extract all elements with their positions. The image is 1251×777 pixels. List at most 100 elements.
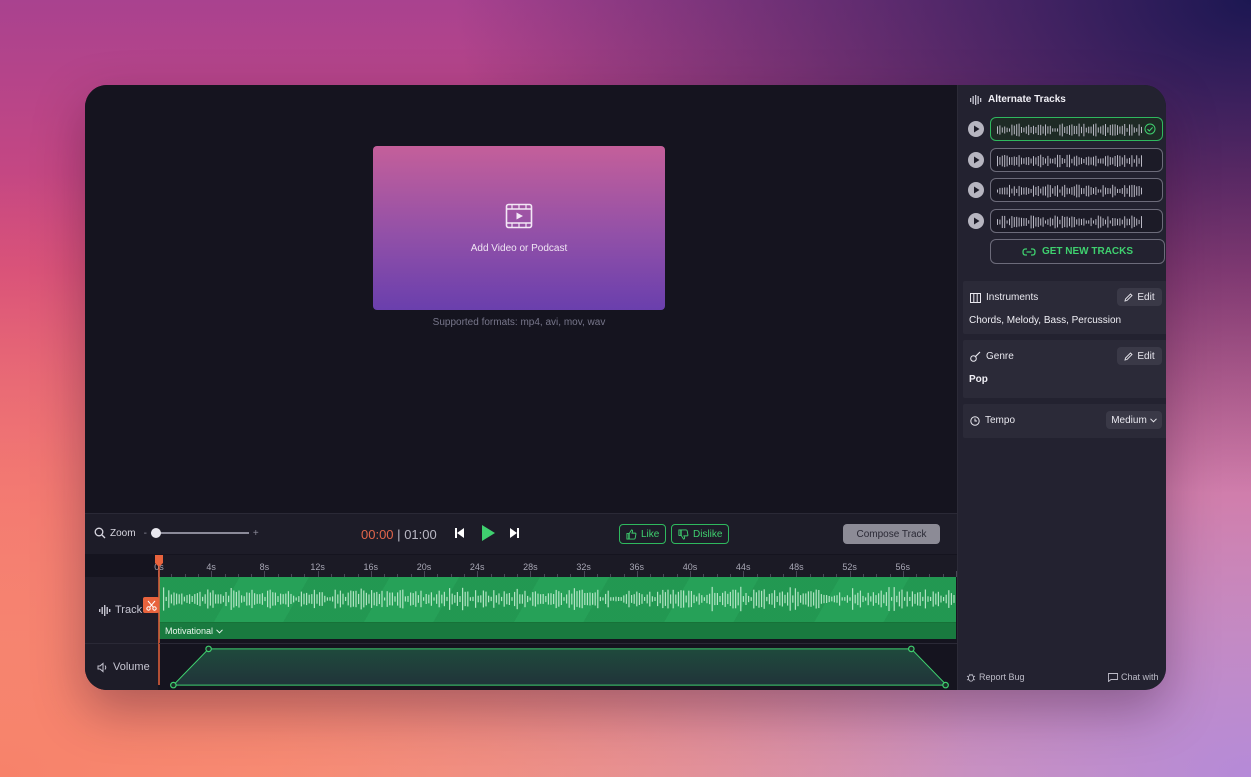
mini-waveform-bar <box>1037 186 1039 196</box>
alternate-track-play-button[interactable] <box>968 121 984 137</box>
waveform-bar <box>906 591 908 607</box>
waveform-bar <box>402 589 404 609</box>
mini-waveform-bar <box>1071 158 1073 164</box>
alternate-track-waveform[interactable] <box>990 209 1163 233</box>
mini-waveform-bar <box>1090 157 1092 165</box>
chat-link[interactable]: Chat with <box>1108 672 1159 682</box>
waveform-bar <box>555 589 557 609</box>
waveform-bar <box>937 591 939 607</box>
envelope-point[interactable] <box>170 681 177 689</box>
waveform-bar <box>659 594 661 604</box>
mini-waveform-bar <box>1064 158 1066 164</box>
mini-waveform-bar <box>1138 158 1140 164</box>
alternate-track-waveform[interactable] <box>990 178 1163 202</box>
timeline-ruler[interactable]: 0s4s8s12s16s20s24s28s32s36s40s44s48s52s5… <box>154 555 957 577</box>
waveform-bar <box>345 596 347 601</box>
get-new-tracks-button[interactable]: GET NEW TRACKS <box>990 239 1165 264</box>
envelope-point[interactable] <box>205 645 212 653</box>
alternate-track-row <box>968 209 1163 233</box>
track-clip[interactable]: Motivational <box>159 577 956 639</box>
alternate-track-play-button[interactable] <box>968 213 984 229</box>
media-drop-zone[interactable]: Add Video or Podcast <box>373 146 665 310</box>
time-separator: | <box>397 527 401 542</box>
compose-track-button[interactable]: Compose Track <box>843 524 940 544</box>
clip-mood-dropdown[interactable]: Motivational <box>159 622 956 639</box>
waveform-bar <box>683 590 685 608</box>
zoom-slider-handle[interactable] <box>150 528 161 538</box>
mini-waveform-bar <box>1049 158 1051 164</box>
mini-waveform-bar <box>1045 158 1046 164</box>
waveform-bar <box>462 587 464 611</box>
play-icon[interactable] <box>480 524 496 542</box>
mini-waveform-bar <box>1009 128 1010 132</box>
mini-waveform-bar <box>1016 188 1018 193</box>
mini-waveform-bar <box>1071 216 1073 228</box>
mini-waveform-bar <box>1081 157 1082 165</box>
waveform-bar <box>423 597 425 601</box>
waveform-bar <box>852 588 854 610</box>
mini-waveform-bar <box>1030 215 1032 229</box>
mini-waveform-bar <box>1045 220 1046 224</box>
waveform-bar <box>553 594 555 605</box>
mini-waveform-bar <box>1061 186 1063 196</box>
report-bug-link[interactable]: Report Bug <box>966 672 1025 682</box>
dislike-button[interactable]: Dislike <box>671 524 730 544</box>
edit-instruments-button[interactable]: Edit <box>1117 288 1162 306</box>
waveform-bar <box>654 597 656 601</box>
volume-envelope[interactable] <box>159 643 957 690</box>
alternate-track-play-button[interactable] <box>968 152 984 168</box>
waveform-bar <box>459 596 461 602</box>
mini-waveform-bar <box>1081 126 1082 134</box>
mini-waveform-bar <box>1078 184 1080 198</box>
waveform-bar <box>261 593 263 605</box>
mini-waveform-bar <box>1006 127 1008 133</box>
mini-waveform-bar <box>1061 158 1063 164</box>
waveform-bar <box>950 593 952 605</box>
waveform-bar <box>415 591 417 607</box>
genre-label: Genre <box>986 351 1014 362</box>
skip-forward-icon[interactable] <box>507 526 521 540</box>
zoom-slider[interactable] <box>150 528 249 538</box>
mini-waveform-bar <box>1095 219 1097 225</box>
alternate-track-waveform[interactable] <box>990 148 1163 172</box>
alternate-track-waveform[interactable] <box>990 117 1163 141</box>
waveform-bar <box>238 590 240 608</box>
like-button[interactable]: Like <box>619 524 667 544</box>
mini-waveform-bar <box>1095 123 1097 137</box>
waveform-bar <box>342 593 344 605</box>
mini-waveform-bar <box>997 189 998 193</box>
waveform-bar <box>194 594 196 604</box>
waveform-bar <box>701 595 703 603</box>
waveform-bar <box>641 594 643 604</box>
edit-genre-button[interactable]: Edit <box>1117 347 1162 365</box>
mini-waveform-bar <box>1138 186 1140 196</box>
alternate-track-play-button[interactable] <box>968 182 984 198</box>
waveform-bar <box>714 592 716 606</box>
zoom-in-button[interactable]: + <box>253 528 259 539</box>
waveform-bar <box>467 591 469 607</box>
mini-waveform-bar <box>1033 215 1034 229</box>
envelope-point[interactable] <box>907 645 915 653</box>
tempo-select[interactable]: Medium <box>1106 411 1162 429</box>
mini-waveform-bar <box>1076 125 1078 135</box>
mini-waveform-bar <box>1141 216 1142 228</box>
mini-waveform-bar <box>997 155 998 167</box>
waveform-bar <box>615 596 617 602</box>
check-circle-icon <box>1144 123 1156 135</box>
envelope-point[interactable] <box>942 681 949 689</box>
waveform-bar <box>885 592 887 606</box>
mini-waveform-bar <box>1138 219 1140 225</box>
mini-waveform-bar <box>1124 185 1126 197</box>
waveform-bar <box>797 591 799 607</box>
mini-waveform-bar <box>1045 186 1046 196</box>
mini-waveform-bar <box>1088 156 1090 166</box>
skip-back-icon[interactable] <box>453 526 467 540</box>
waveform-bar <box>363 590 365 608</box>
waveform-bar <box>753 589 755 609</box>
zoom-out-button[interactable]: - <box>144 528 147 539</box>
waveform-bar <box>581 589 583 609</box>
waveform-bar <box>365 592 367 606</box>
mini-waveform-bar <box>1083 159 1085 164</box>
waveform-bar <box>566 594 568 604</box>
mini-waveform-bar <box>1105 124 1106 136</box>
